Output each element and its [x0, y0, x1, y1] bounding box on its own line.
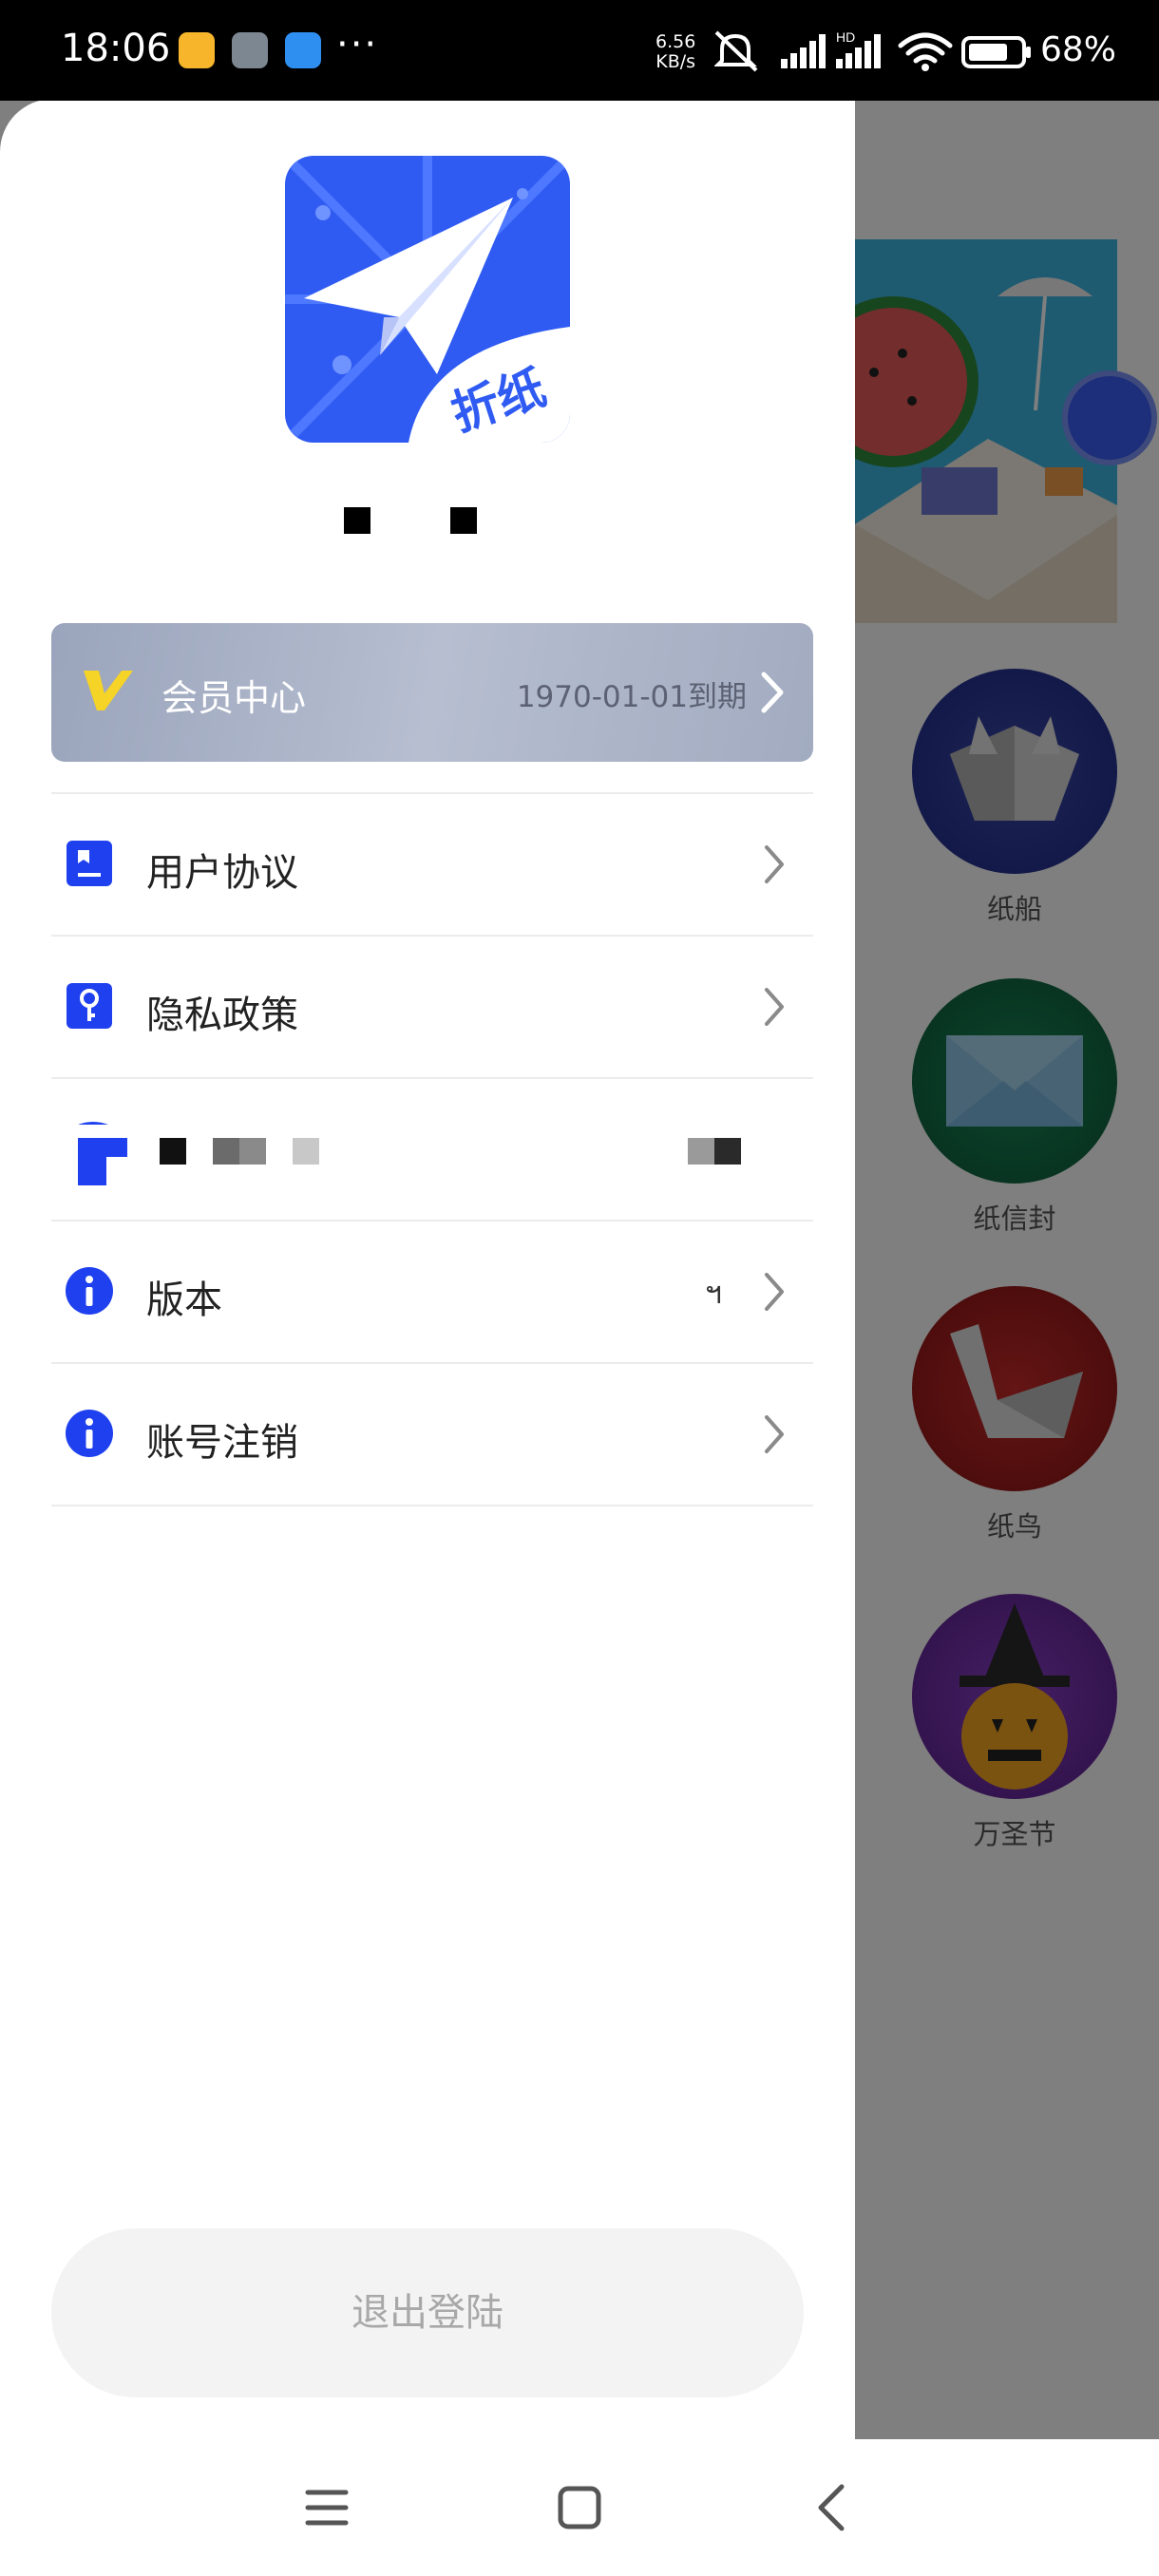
signal-icon [781, 34, 826, 68]
more-notifications-icon: ··· [336, 23, 379, 66]
info-icon [66, 1267, 113, 1315]
chevron-right-icon [765, 988, 784, 1026]
chevron-right-icon [765, 845, 784, 883]
battery-icon [961, 36, 1031, 68]
menu-item-privacy-policy[interactable]: 隐私政策 [51, 935, 813, 1077]
user-name-masked [0, 496, 855, 534]
battery-percent: 68% [1040, 30, 1117, 69]
back-icon[interactable] [804, 2479, 861, 2536]
menu-item-masked[interactable] [51, 1077, 813, 1220]
menu-item-account-deletion[interactable]: 账号注销 [51, 1362, 813, 1505]
status-icons: HD [714, 29, 1031, 72]
system-navigation-bar [0, 2439, 1159, 2576]
divider [51, 1505, 813, 1506]
version-value: ฯ [705, 1275, 722, 1311]
network-speed: 6.56 KB/s [656, 32, 695, 72]
chevron-right-icon [765, 1415, 784, 1453]
vip-title: 会员中心 [162, 677, 307, 719]
chevron-right-icon [765, 1273, 784, 1311]
navigation-drawer: 折纸 会员中心 1970-01-01到期 用户协议 隐私政策 版本 ฯ 账号注销… [0, 99, 855, 2439]
chat-app-icon [285, 32, 321, 68]
document-icon [66, 841, 112, 886]
mute-icon [714, 30, 758, 72]
chevron-right-icon [761, 672, 784, 713]
vip-center-card[interactable]: 会员中心 1970-01-01到期 [51, 623, 813, 762]
notes-app-icon [179, 32, 215, 68]
logout-button[interactable]: 退出登陆 [51, 2228, 804, 2397]
menu-item-label: 隐私政策 [146, 994, 298, 1037]
vip-icon [84, 671, 133, 710]
info-icon [66, 1410, 113, 1457]
network-speed-unit: KB/s [656, 51, 696, 72]
home-icon[interactable] [551, 2479, 608, 2536]
status-time: 18:06 [61, 27, 171, 70]
menu-item-user-agreement[interactable]: 用户协议 [51, 792, 813, 935]
signal-hd-label: HD [836, 29, 855, 45]
key-icon [66, 983, 112, 1029]
menu-item-label: 版本 [146, 1279, 222, 1322]
app-logo: 折纸 [285, 156, 570, 443]
screen: 18:06 ··· 6.56 KB/s HD 68% 折纸 会员中心 1970-… [0, 0, 1159, 2576]
menu-icon[interactable] [298, 2479, 355, 2536]
network-speed-value: 6.56 [656, 31, 696, 52]
menu-item-version[interactable]: 版本 ฯ [51, 1220, 813, 1362]
vip-expiry-date: 1970-01-01到期 [516, 680, 747, 714]
brand-icon [78, 1122, 127, 1185]
menu-item-label-masked [146, 1138, 792, 1165]
status-bar: 18:06 ··· 6.56 KB/s HD 68% [0, 0, 1159, 101]
menu-item-label: 账号注销 [146, 1421, 298, 1465]
wifi-icon [898, 32, 953, 64]
menu-item-label: 用户协议 [146, 851, 298, 895]
tools-app-icon [232, 32, 268, 68]
